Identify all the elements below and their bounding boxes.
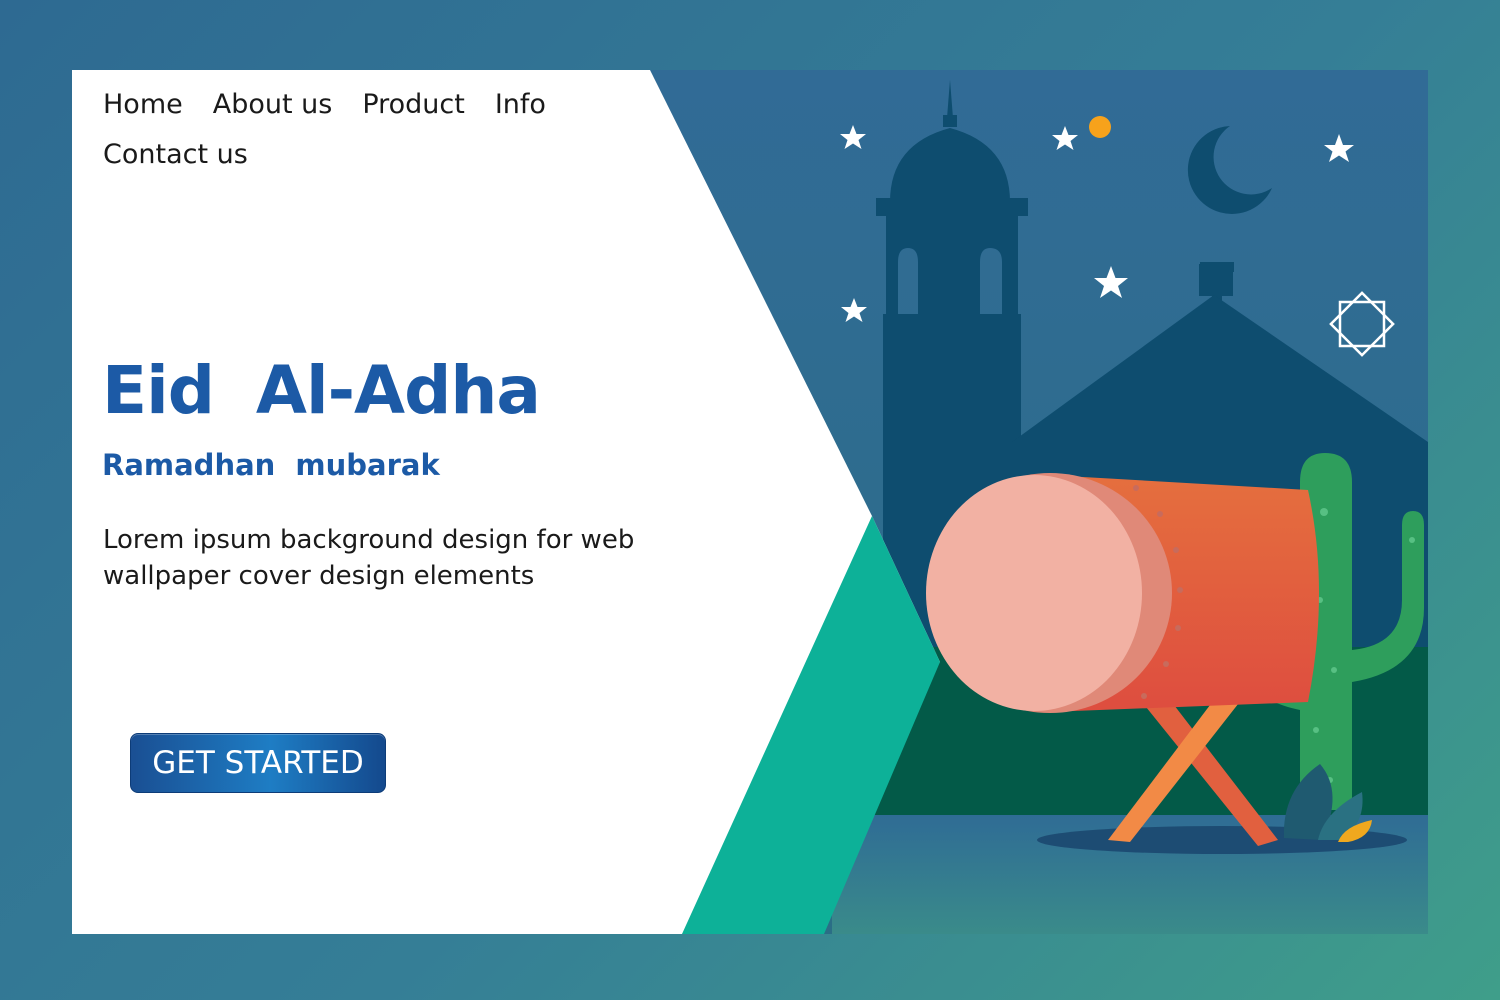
bedug-drum <box>926 473 1319 713</box>
hero-subtitle: Ramadhan mubarak <box>102 448 440 482</box>
hero-description: Lorem ipsum background design for web wa… <box>103 525 635 591</box>
ramadan-illustration <box>72 70 1428 934</box>
top-navigation: Home About us Product Info Contact us <box>103 80 623 180</box>
nav-link-about-us[interactable]: About us <box>213 80 333 130</box>
nav-link-product[interactable]: Product <box>362 80 465 130</box>
hero-title: Eid Al-Adha <box>102 352 541 429</box>
nav-link-home[interactable]: Home <box>103 80 183 130</box>
orange-planet <box>1089 116 1111 138</box>
landing-page-card: Home About us Product Info Contact us Eid A… <box>72 70 1428 934</box>
get-started-button[interactable]: GET STARTED <box>130 733 386 793</box>
nav-link-contact-us[interactable]: Contact us <box>103 130 248 180</box>
nav-link-info[interactable]: Info <box>495 80 546 130</box>
